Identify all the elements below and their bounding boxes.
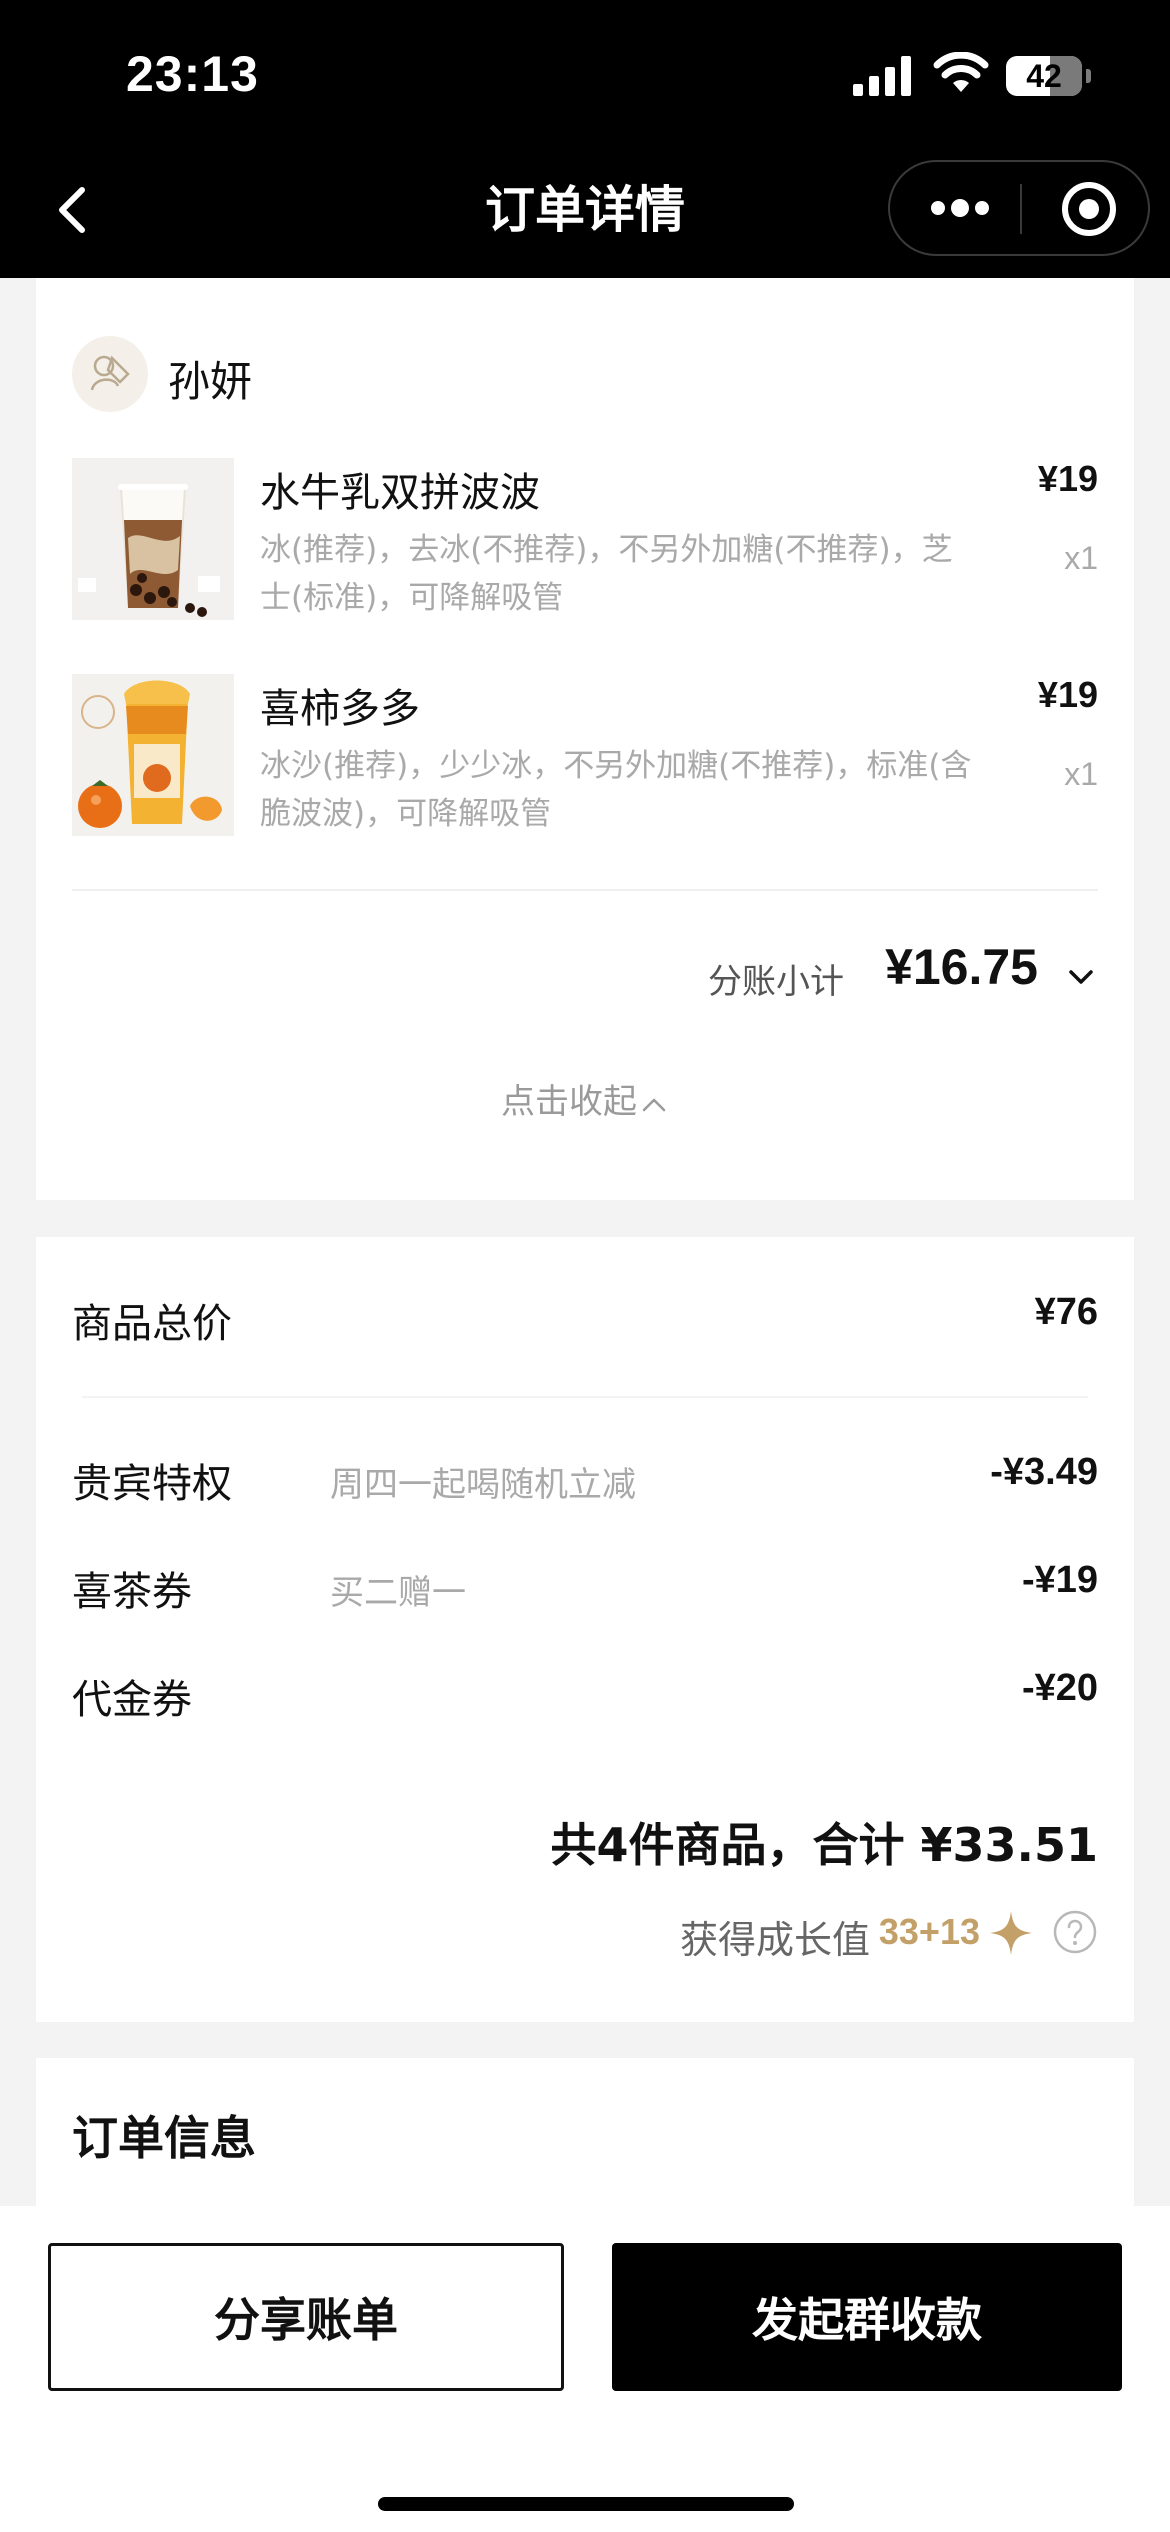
goods-total-value: ¥76 [1034,1291,1098,1333]
item-name: 喜柿多多 [260,686,420,732]
goods-total-row: 商品总价 ¥76 [72,1291,1098,1351]
share-bill-button[interactable]: 分享账单 [48,2243,564,2391]
battery-tip [1086,69,1091,83]
vip-discount-row: 贵宾特权 周四一起喝随机立减 -¥3.49 [72,1451,1098,1511]
target-icon[interactable] [1060,180,1118,238]
item-options: 冰沙(推荐)，少少冰，不另外加糖(不推荐)，标准(含脆波波)，可降解吸管 [260,748,972,832]
vip-label: 贵宾特权 [72,1461,232,1507]
item-quantity: x1 [1064,756,1098,792]
status-bar: 23:13 42 [0,0,1170,150]
order-items-card: 孙妍 水牛乳双拼波波 冰(推荐)，去冰(不推荐)，不另外加糖(不推荐)，芝士(标… [36,278,1134,1200]
vip-note: 周四一起喝随机立减 [330,1465,636,1505]
user-avatar-icon [90,355,130,391]
voucher-label: 代金券 [72,1677,192,1723]
collapse-label: 点击收起 [501,1082,637,1122]
product-image [72,674,234,836]
coupon-label: 喜茶券 [72,1569,192,1615]
voucher-value: -¥20 [1021,1667,1098,1709]
chevron-up-icon [642,1098,666,1111]
item-options: 冰(推荐)，去冰(不推荐)，不另外加糖(不推荐)，芝士(标准)，可降解吸管 [260,532,953,616]
coupon-value: -¥19 [1021,1559,1098,1601]
subtotal-label: 分账小计 [708,962,844,1002]
nav-bar: 订单详情 [0,150,1170,278]
more-icon[interactable] [928,192,992,224]
grand-total: 共4件商品，合计 ¥33.51 [550,1818,1098,1872]
item-quantity: x1 [1064,540,1098,576]
product-image [72,458,234,620]
order-info-title: 订单信息 [72,2111,256,2165]
collapse-link[interactable]: 点击收起 [36,1074,1134,1123]
group-collect-button[interactable]: 发起群收款 [612,2243,1122,2391]
battery-icon: 42 [1006,56,1091,96]
help-icon[interactable] [1052,1909,1098,1955]
bottom-action-bar: 分享账单 发起群收款 [0,2206,1170,2532]
mini-program-capsule [888,160,1150,256]
battery-level-text: 42 [1026,58,1062,94]
signal-icon [853,56,911,96]
growth-points-row: 获得成长值 33+13 [498,1905,1098,1965]
avatar [72,336,148,412]
divider [72,889,1098,891]
wifi-icon [933,52,989,92]
divider [82,1396,1088,1398]
coupon-note: 买二赠一 [330,1573,466,1613]
goods-total-label: 商品总价 [72,1301,232,1347]
status-time: 23:13 [126,46,259,102]
battery-body: 42 [1006,56,1082,96]
chevron-down-icon[interactable] [1064,960,1098,994]
item-price: ¥19 [1037,458,1098,499]
list-item: 水牛乳双拼波波 冰(推荐)，去冰(不推荐)，不另外加糖(不推荐)，芝士(标准)，… [72,458,1098,628]
split-subtotal[interactable]: 分账小计 ¥16.75 [498,938,1098,1008]
price-summary-card: 商品总价 ¥76 贵宾特权 周四一起喝随机立减 -¥3.49 喜茶券 买二赠一 … [36,1237,1134,2022]
capsule-divider [1020,184,1022,234]
participant-name: 孙妍 [168,357,253,406]
growth-value: 33+13 [878,1911,980,1952]
list-item: 喜柿多多 冰沙(推荐)，少少冰，不另外加糖(不推荐)，标准(含脆波波)，可降解吸… [72,674,1098,844]
growth-label: 获得成长值 [679,1918,870,1962]
voucher-row: 代金券 -¥20 [72,1667,1098,1727]
vip-value: -¥3.49 [990,1451,1098,1493]
item-price: ¥19 [1037,674,1098,715]
subtotal-value: ¥16.75 [885,939,1038,995]
order-info-card: 订单信息 [36,2058,1134,2208]
item-name: 水牛乳双拼波波 [260,470,540,516]
home-indicator [378,2497,794,2511]
coupon-row: 喜茶券 买二赠一 -¥19 [72,1559,1098,1619]
sparkle-icon [990,1911,1032,1955]
